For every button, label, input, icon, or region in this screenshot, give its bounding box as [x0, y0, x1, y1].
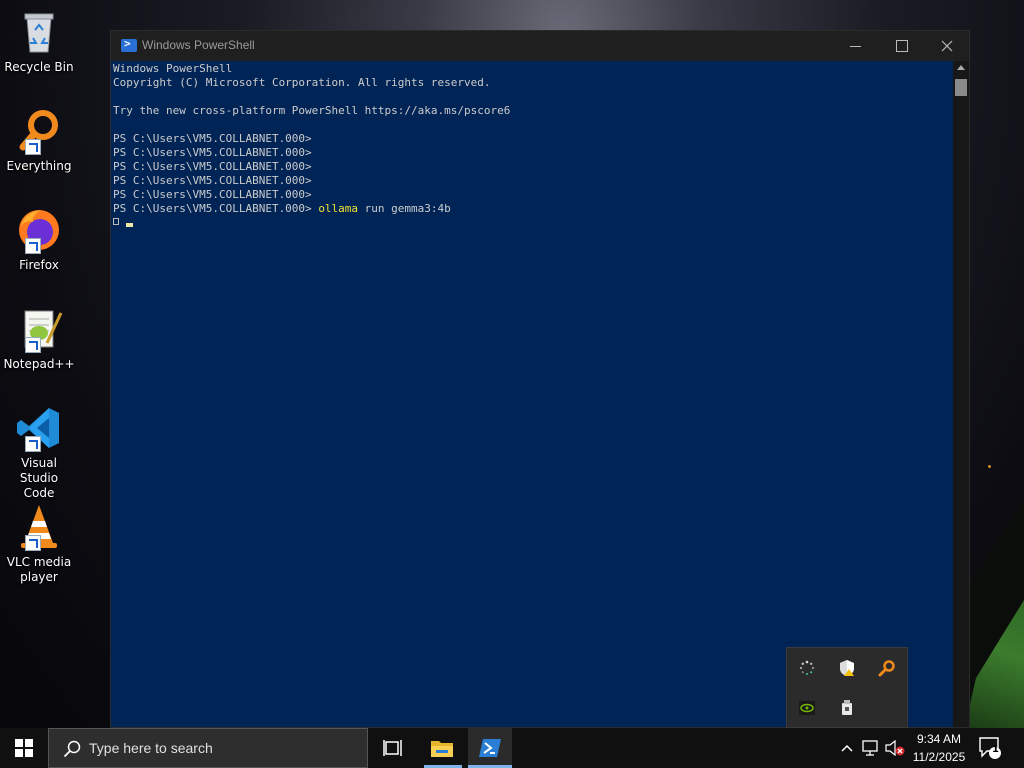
- taskbar-clock[interactable]: 9:34 AM 11/2/2025: [908, 730, 970, 766]
- console-line: PS C:\Users\VM5.COLLABNET.000>: [113, 146, 312, 159]
- shortcut-arrow-icon: [25, 337, 41, 353]
- desktop-icon-label: Everything: [6, 159, 72, 173]
- desktop-icon-label: VLC media player: [6, 555, 72, 584]
- command-keyword: ollama: [318, 202, 359, 215]
- console-line: Copyright (C) Microsoft Corporation. All…: [113, 76, 491, 89]
- search-icon: [63, 740, 81, 758]
- text-cursor: [126, 223, 133, 227]
- console-line: PS C:\Users\VM5.COLLABNET.000>: [113, 188, 312, 201]
- notepad-plus-plus-icon: [15, 305, 63, 353]
- window-title: Windows PowerShell: [142, 38, 255, 52]
- shortcut-arrow-icon: [25, 436, 41, 452]
- vlc-icon: [15, 503, 63, 551]
- action-center-button[interactable]: 1: [978, 736, 1002, 764]
- nvidia-icon[interactable]: [795, 696, 819, 720]
- console-line: PS C:\Users\VM5.COLLABNET.000>: [113, 132, 312, 145]
- shortcut-arrow-icon: [25, 139, 41, 155]
- recycle-bin-icon: [15, 8, 63, 56]
- search-placeholder: Type here to search: [89, 740, 213, 756]
- console-input-line[interactable]: [113, 216, 953, 230]
- vscode-icon: [15, 404, 63, 452]
- minimize-button[interactable]: [833, 31, 879, 61]
- console-line: Try the new cross-platform PowerShell ht…: [113, 104, 511, 117]
- console-line: PS C:\Users\VM5.COLLABNET.000>: [113, 160, 312, 173]
- desktop-icon-label: Notepad++: [3, 357, 75, 371]
- clock-time: 9:34 AM: [916, 732, 962, 746]
- console-prompt: PS C:\Users\VM5.COLLABNET.000>: [113, 202, 319, 215]
- shortcut-arrow-icon: [25, 535, 41, 551]
- command-args: run gemma3:4b: [358, 202, 451, 215]
- task-view-icon: [383, 740, 402, 756]
- clock-date: 11/2/2025: [912, 750, 966, 764]
- everything-icon: [15, 107, 63, 155]
- loading-glyph-icon: [113, 218, 119, 225]
- powershell-icon: [479, 739, 501, 757]
- console-command-line: PS C:\Users\VM5.COLLABNET.000> ollama ru…: [113, 202, 953, 216]
- powershell-window[interactable]: Windows PowerShell Windows PowerShell Co…: [110, 30, 970, 728]
- taskbar: Type here to search 9:34 AM 11/2/2025 1: [0, 728, 1024, 768]
- desktop: Recycle Bin Everything Firefox Notepad++…: [0, 0, 1024, 768]
- taskbar-powershell[interactable]: [468, 728, 512, 768]
- desktop-icon-everything[interactable]: Everything: [3, 107, 75, 174]
- security-shield-icon[interactable]: [835, 656, 859, 680]
- volume-button[interactable]: [884, 728, 906, 768]
- desktop-icon-label: Visual Studio Code: [19, 456, 59, 500]
- volume-muted-icon: [885, 740, 905, 756]
- firefox-icon: [15, 206, 63, 254]
- desktop-icon-label: Firefox: [19, 258, 59, 272]
- desktop-icon-recycle-bin[interactable]: Recycle Bin: [3, 8, 75, 75]
- desktop-icon-firefox[interactable]: Firefox: [3, 206, 75, 273]
- console-line: PS C:\Users\VM5.COLLABNET.000>: [113, 174, 312, 187]
- desktop-icon-vlc[interactable]: VLC media player: [3, 503, 75, 585]
- start-button[interactable]: [0, 728, 48, 768]
- window-titlebar[interactable]: Windows PowerShell: [111, 31, 969, 61]
- console-output[interactable]: Windows PowerShell Copyright (C) Microso…: [111, 61, 953, 727]
- shortcut-arrow-icon: [25, 238, 41, 254]
- chevron-up-icon: [841, 744, 853, 752]
- windows-logo-icon: [15, 739, 33, 757]
- close-button[interactable]: [924, 31, 970, 61]
- task-view-button[interactable]: [372, 728, 412, 768]
- vertical-scrollbar[interactable]: [953, 61, 969, 727]
- everything-search-icon[interactable]: [875, 656, 899, 680]
- taskbar-search-box[interactable]: Type here to search: [48, 728, 368, 768]
- powershell-icon: [121, 37, 137, 52]
- network-icon: [862, 740, 878, 756]
- desktop-icon-notepad-plus-plus[interactable]: Notepad++: [3, 305, 75, 372]
- desktop-icon-label: Recycle Bin: [4, 60, 74, 74]
- folder-icon: [431, 741, 453, 757]
- scroll-up-icon[interactable]: [957, 65, 965, 70]
- console-line: Windows PowerShell: [113, 62, 233, 75]
- notification-count-badge: 1: [992, 744, 999, 755]
- show-hidden-icons-button[interactable]: [836, 728, 858, 768]
- desktop-icon-vscode[interactable]: Visual Studio Code: [3, 404, 75, 501]
- tray-overflow-flyout: [786, 647, 908, 728]
- taskbar-file-explorer[interactable]: [422, 728, 462, 768]
- distant-light: [988, 465, 991, 468]
- close-icon: [941, 40, 953, 52]
- maximize-button[interactable]: [879, 31, 925, 61]
- scroll-thumb[interactable]: [955, 79, 967, 96]
- network-button[interactable]: [860, 728, 882, 768]
- sync-spinner-icon[interactable]: [795, 656, 819, 680]
- usb-eject-icon[interactable]: [835, 696, 859, 720]
